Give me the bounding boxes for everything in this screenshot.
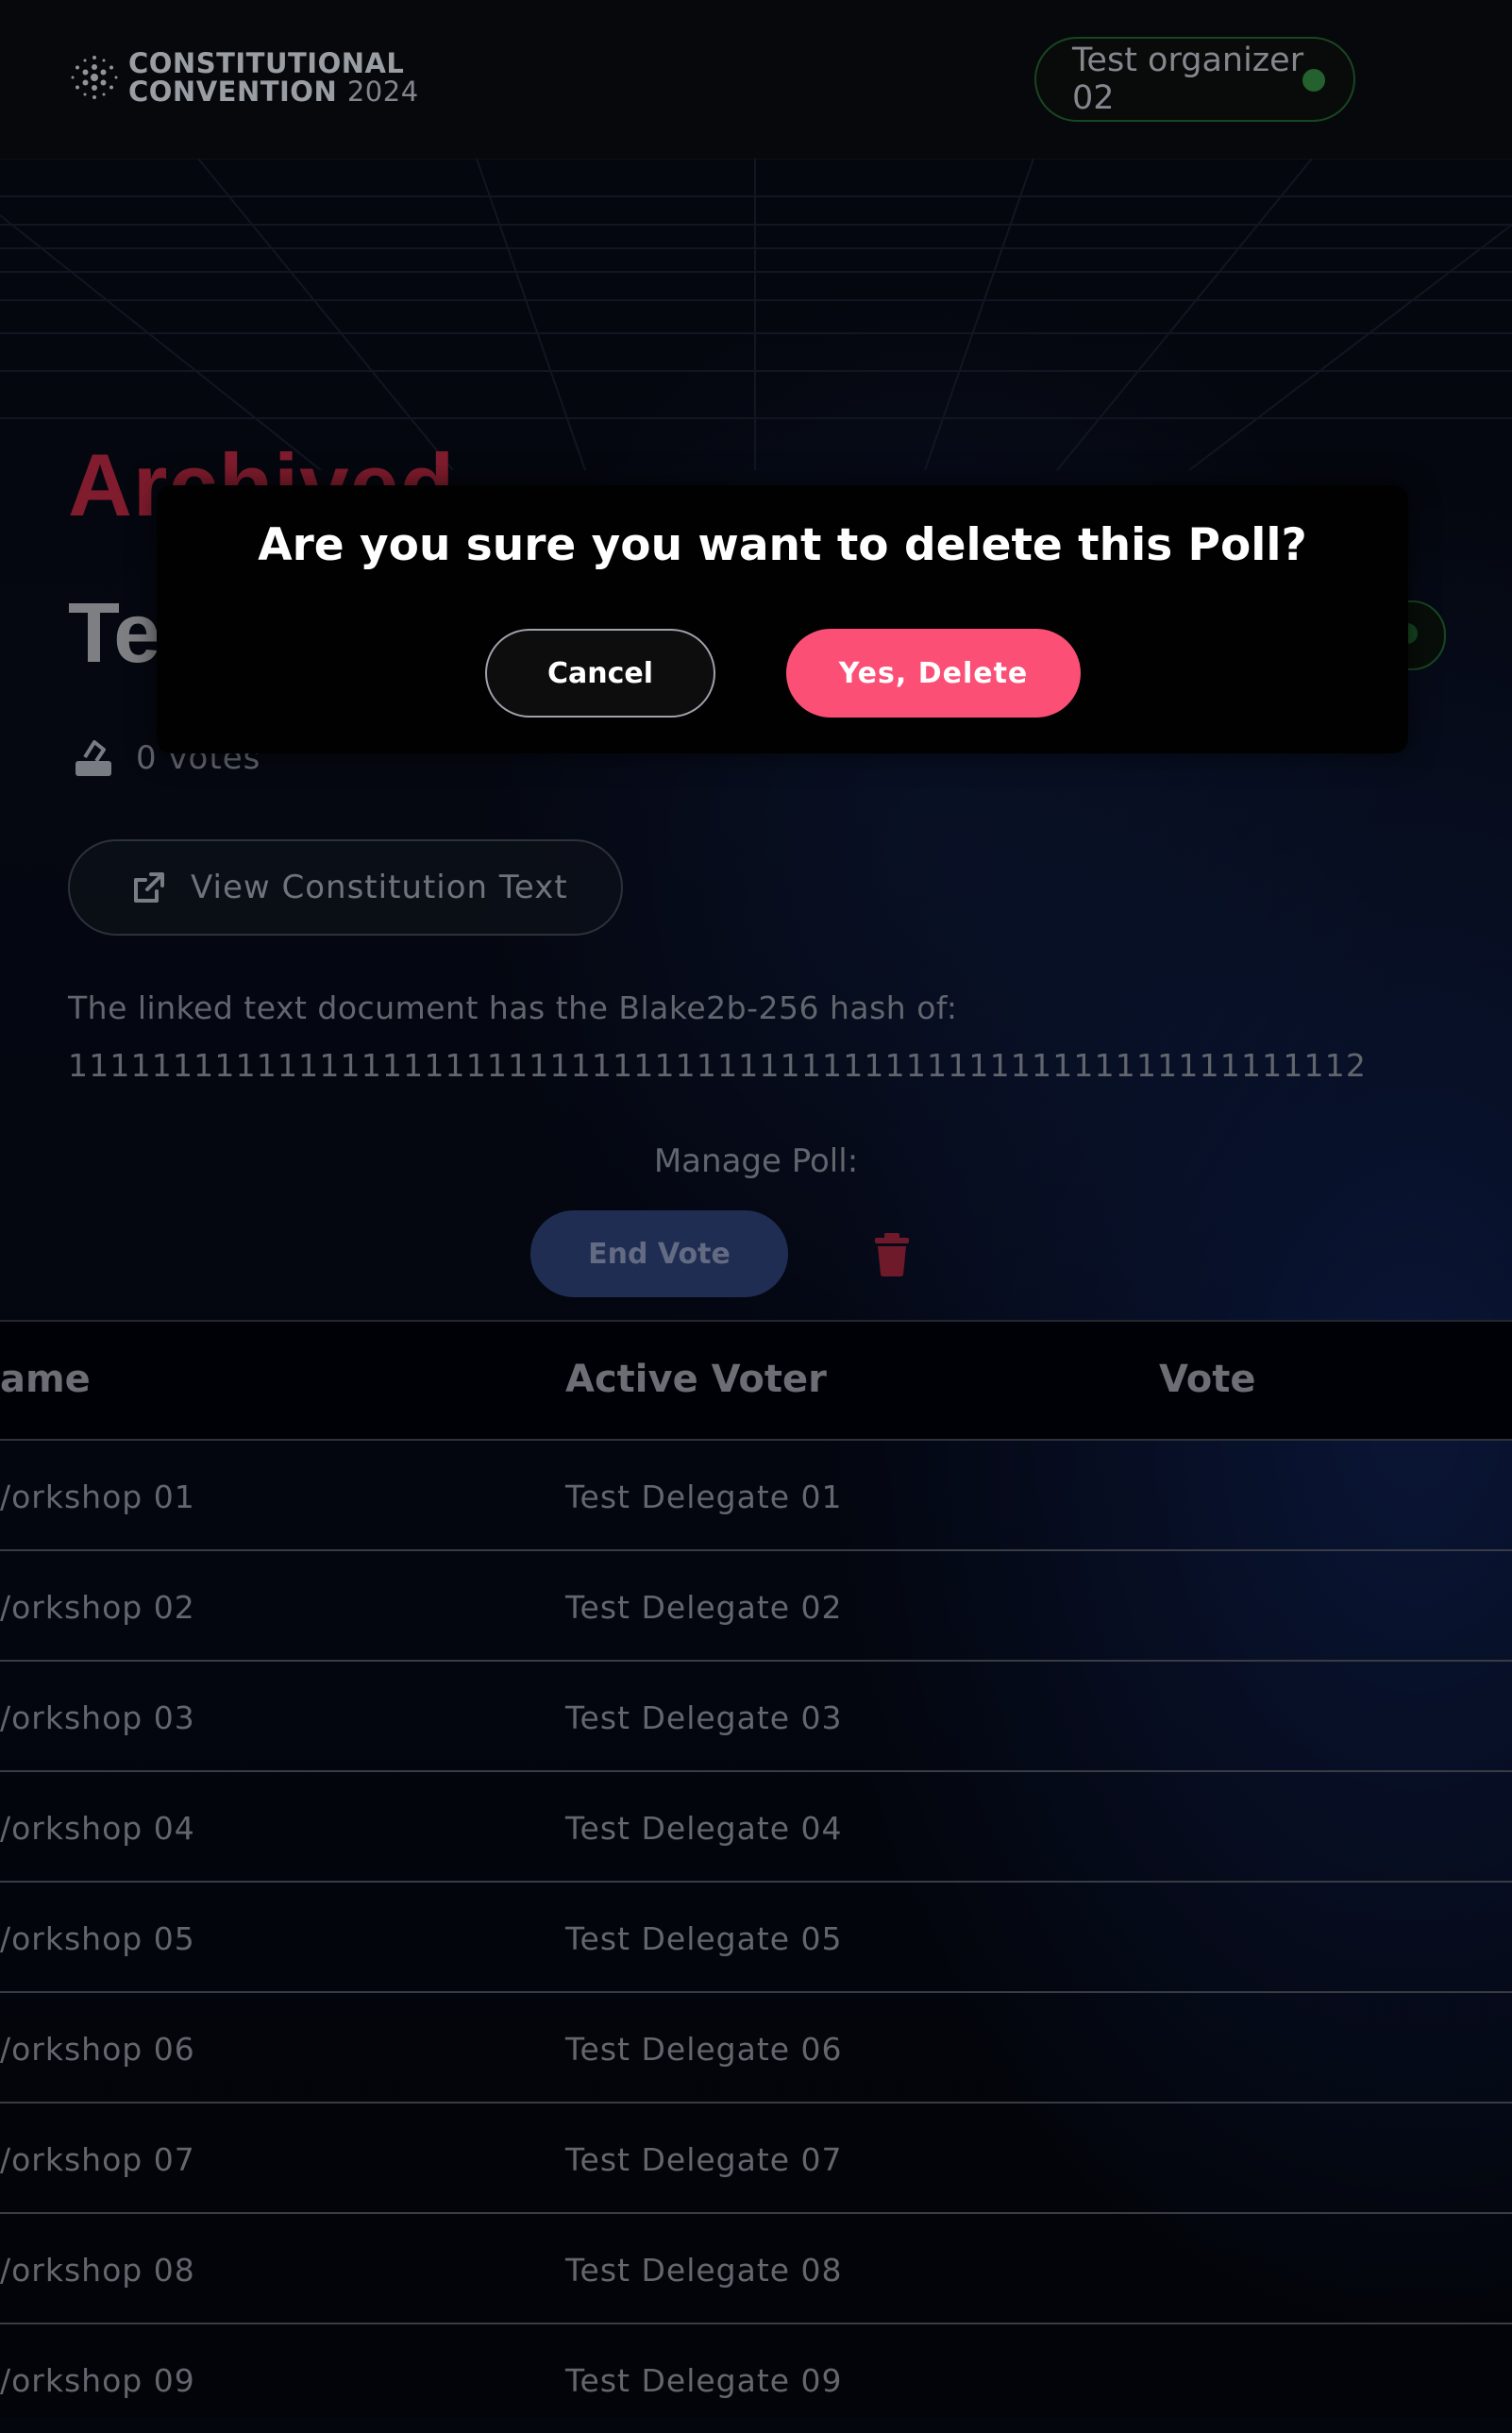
confirm-delete-button[interactable]: Yes, Delete [786, 629, 1081, 718]
cancel-button[interactable]: Cancel [485, 629, 715, 718]
delete-poll-dialog: Are you sure you want to delete this Pol… [157, 485, 1408, 753]
modal-backdrop[interactable] [0, 0, 1512, 2418]
dialog-title: Are you sure you want to delete this Pol… [258, 519, 1307, 571]
